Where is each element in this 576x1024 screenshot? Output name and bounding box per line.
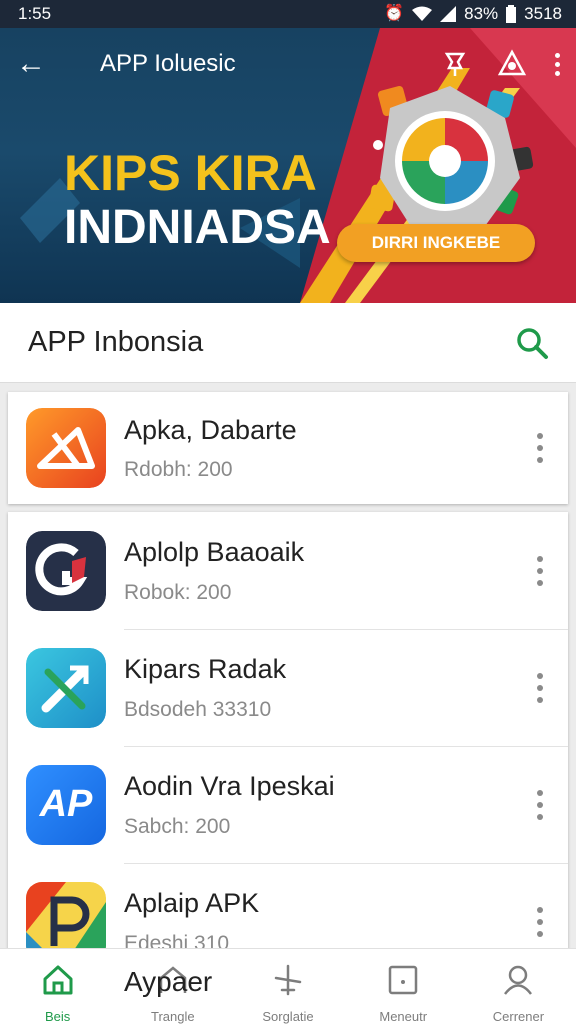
section-title: APP Inbonsia bbox=[28, 326, 204, 358]
more-vert-icon[interactable] bbox=[520, 775, 560, 835]
search-button[interactable] bbox=[512, 323, 552, 363]
app-info: Apka, Dabarte Rdobh: 200 bbox=[124, 414, 520, 482]
app-subtitle: Sabch: 200 bbox=[124, 814, 231, 838]
app-bar-actions bbox=[441, 49, 560, 79]
app-bar: ← APP Ioluesic bbox=[0, 28, 576, 100]
back-arrow-icon[interactable]: ← bbox=[16, 49, 64, 79]
calendar-icon bbox=[383, 963, 423, 997]
wifi-icon bbox=[412, 6, 433, 21]
battery-percent: 83% bbox=[464, 4, 499, 23]
app-name: Apka, Dabarte bbox=[124, 414, 297, 445]
person-icon bbox=[498, 963, 538, 997]
section-header: APP Inbonsia bbox=[0, 303, 576, 383]
app-bar-title: APP Ioluesic bbox=[100, 50, 236, 77]
plane-icon bbox=[268, 963, 308, 997]
nav-item-home[interactable]: Beis bbox=[0, 949, 115, 1024]
overlay-text: Aypaer bbox=[124, 966, 213, 997]
status-bar: 1:55 ⏰ 83% 3518 bbox=[0, 0, 576, 28]
hero-headline-line1: KIPS KIRA bbox=[64, 145, 317, 201]
app-name: Kipars Radak bbox=[124, 654, 287, 685]
bottom-nav: Beis Trangle Sorglatie Meneutr Cerrener bbox=[0, 948, 576, 1024]
app-name: Aodin Vra Ipeskai bbox=[124, 771, 335, 802]
ap-icon: AP bbox=[26, 764, 106, 845]
gamepad-icon[interactable] bbox=[497, 49, 527, 79]
nav-item-sorglatie[interactable]: Sorglatie bbox=[230, 949, 345, 1024]
home-icon bbox=[38, 963, 78, 997]
alarm-icon: ⏰ bbox=[384, 5, 405, 22]
x-feather-icon bbox=[26, 647, 106, 728]
status-icons: ⏰ 83% 3518 bbox=[384, 4, 562, 24]
nav-label: Meneutr bbox=[379, 1009, 428, 1024]
ap-icon-text: AP bbox=[39, 783, 93, 825]
list-item[interactable]: Aplaip APK Edeshi 310 bbox=[8, 863, 568, 952]
colorful-p-icon bbox=[26, 881, 106, 952]
hero-badge-button[interactable]: DIRRI INGKEBE bbox=[337, 224, 535, 262]
app-subtitle: Rdobh: 200 bbox=[124, 458, 233, 482]
more-vert-icon[interactable] bbox=[555, 51, 560, 78]
more-vert-icon[interactable] bbox=[520, 892, 560, 952]
nav-label: Beis bbox=[44, 1009, 71, 1024]
more-vert-icon[interactable] bbox=[520, 658, 560, 718]
app-subtitle: Robok: 200 bbox=[124, 580, 232, 604]
more-vert-icon[interactable] bbox=[520, 418, 560, 478]
status-time: 1:55 bbox=[18, 4, 52, 23]
more-vert-icon[interactable] bbox=[520, 541, 560, 601]
nav-item-cerrener[interactable]: Cerrener bbox=[461, 949, 576, 1024]
list-item[interactable]: Aplolp Baaoaik Robok: 200 bbox=[8, 512, 568, 629]
nav-label: Trangle bbox=[151, 1009, 195, 1024]
hero-banner: ← APP Ioluesic KIPS KIRA INDNIADSA DIRRI… bbox=[0, 28, 576, 303]
app-name: Aplaip APK bbox=[124, 888, 260, 919]
battery-icon bbox=[506, 5, 517, 23]
signal-icon bbox=[440, 6, 457, 22]
featured-app-card[interactable]: Apka, Dabarte Rdobh: 200 bbox=[8, 392, 568, 504]
status-right-text: 3518 bbox=[524, 4, 562, 23]
search-icon bbox=[517, 327, 548, 359]
app-info: Aplaip APK Edeshi 310 bbox=[124, 887, 520, 952]
nav-item-meneutr[interactable]: Meneutr bbox=[346, 949, 461, 1024]
list-item[interactable]: Kipars Radak Bdsodeh 33310 bbox=[8, 629, 568, 746]
app-screen: 1:55 ⏰ 83% 3518 ← APP Ioluesic KIPS KIRA… bbox=[0, 0, 576, 1024]
app-list-card: Aplolp Baaoaik Robok: 200 Kipars Radak B… bbox=[8, 512, 568, 952]
orange-shape-icon bbox=[26, 408, 106, 488]
app-subtitle: Bdsodeh 33310 bbox=[124, 697, 272, 721]
list-item[interactable]: Apka, Dabarte Rdobh: 200 bbox=[8, 392, 568, 504]
app-name: Aplolp Baaoaik bbox=[124, 537, 305, 568]
app-info: Kipars Radak Bdsodeh 33310 bbox=[124, 653, 520, 721]
hero-headline-line2: INDNIADSA bbox=[64, 201, 331, 254]
nav-label: Cerrener bbox=[492, 1009, 545, 1024]
app-info: Aplolp Baaoaik Robok: 200 bbox=[124, 536, 520, 604]
app-info: Aodin Vra Ipeskai Sabch: 200 bbox=[124, 770, 520, 838]
list-item[interactable]: AP Aodin Vra Ipeskai Sabch: 200 bbox=[8, 746, 568, 863]
red-g-icon bbox=[26, 530, 106, 611]
nav-label: Sorglatie bbox=[262, 1009, 314, 1024]
pin-icon[interactable] bbox=[441, 50, 469, 78]
